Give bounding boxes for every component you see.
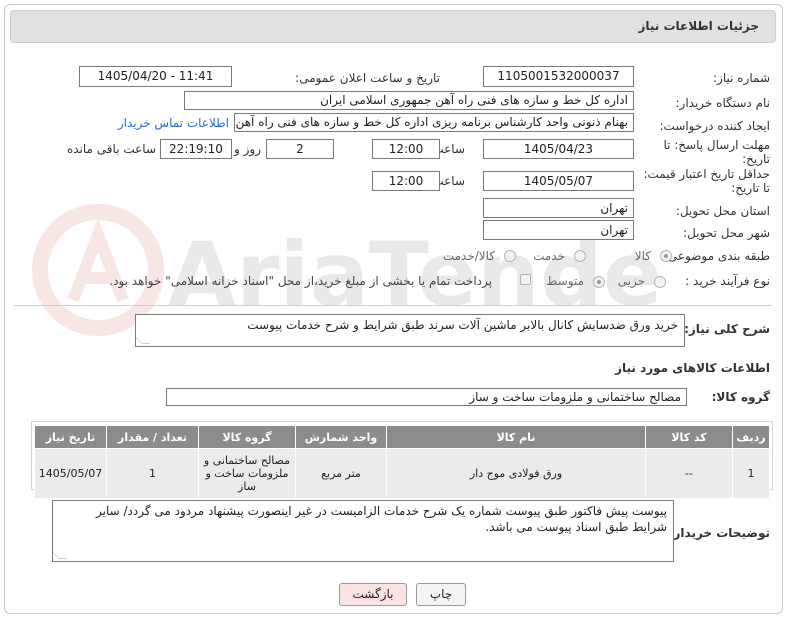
divider xyxy=(14,305,772,306)
city-label: شهر محل تحویل: xyxy=(683,226,770,240)
cell-need-date: 1405/05/07 xyxy=(34,448,107,499)
creator-field[interactable]: بهنام ذنونی واحد کارشناس برنامه ریزی ادا… xyxy=(234,113,634,132)
price-validity-label-1: حداقل تاریخ اعتبار قیمت: xyxy=(643,167,770,181)
announce-datetime-label: تاریخ و ساعت اعلان عمومی: xyxy=(295,71,440,85)
category-option-goods: کالا xyxy=(634,249,651,263)
cell-quantity: 1 xyxy=(106,448,199,499)
purchase-type-option-medium: متوسط xyxy=(546,274,584,288)
city-field[interactable]: تهران xyxy=(483,220,634,240)
items-table: ردیف کد کالا نام کالا واحد شمارش گروه کا… xyxy=(34,425,770,499)
reply-deadline-time-field[interactable]: 12:00 xyxy=(372,139,440,159)
resize-grip-icon[interactable] xyxy=(53,551,67,559)
price-validity-time-field[interactable]: 12:00 xyxy=(372,171,440,191)
reply-deadline-date-field[interactable]: 1405/04/23 xyxy=(483,139,634,159)
category-radio-goods-service[interactable] xyxy=(504,250,516,262)
remaining-time-field: 22:19:10 xyxy=(160,139,232,159)
days-label: روز و xyxy=(234,142,261,156)
col-header-unit: واحد شمارش xyxy=(295,425,387,449)
title-bar: جزئیات اطلاعات نیاز xyxy=(10,10,776,43)
page-title: جزئیات اطلاعات نیاز xyxy=(638,19,759,33)
summary-label: شرح کلی نیاز: xyxy=(684,322,770,336)
reply-deadline-label-1: مهلت ارسال پاسخ: تا xyxy=(663,138,770,152)
buyer-org-label: نام دستگاه خریدار: xyxy=(675,96,771,110)
goods-group-field[interactable]: مصالح ساختمانی و ملزومات ساخت و ساز xyxy=(166,388,687,406)
remaining-days-field: 2 xyxy=(266,139,334,159)
col-header-row-number: ردیف xyxy=(732,425,770,449)
goods-group-label: گروه کالا: xyxy=(711,390,770,404)
price-validity-label-2: تا تاریخ: xyxy=(731,181,770,195)
treasury-payment-note: پرداخت تمام یا بخشی از مبلغ خرید،از محل … xyxy=(109,274,492,288)
purchase-type-label: نوع فرآیند خرید : xyxy=(685,274,770,288)
reply-deadline-label-2: تاریخ: xyxy=(742,152,770,166)
col-header-need-date: تاریخ نیاز xyxy=(34,425,107,449)
category-option-service: خدمت xyxy=(533,249,565,263)
treasury-payment-checkbox[interactable] xyxy=(520,274,531,285)
goods-section-title: اطلاعات کالاهای مورد نیاز xyxy=(615,361,770,375)
cell-unit: متر مربع xyxy=(295,448,387,499)
back-button[interactable]: بازگشت xyxy=(339,583,407,606)
col-header-quantity: تعداد / مقدار xyxy=(106,425,199,449)
purchase-type-radio-minor[interactable] xyxy=(654,276,666,288)
buyer-org-field[interactable]: اداره کل خط و سازه های فنی راه آهن جمهور… xyxy=(184,91,634,110)
col-header-code: کد کالا xyxy=(645,425,733,449)
need-number-field[interactable]: 1105001532000037 xyxy=(483,66,634,87)
remaining-time-label: ساعت باقی مانده xyxy=(66,142,156,156)
category-radio-service[interactable] xyxy=(574,250,586,262)
category-radio-goods[interactable] xyxy=(660,250,672,262)
province-label: استان محل تحویل: xyxy=(675,204,770,218)
buyer-contact-link[interactable]: اطلاعات تماس خریدار xyxy=(118,116,229,130)
cell-row-number: 1 xyxy=(732,448,770,499)
province-field[interactable]: تهران xyxy=(483,198,634,218)
resize-grip-icon[interactable] xyxy=(136,336,150,344)
col-header-name: نام کالا xyxy=(386,425,646,449)
cell-name: ورق فولادی موج دار xyxy=(386,448,646,499)
table-row: 1 -- ورق فولادی موج دار متر مربع مصالح س… xyxy=(34,448,770,499)
purchase-type-radio-medium[interactable] xyxy=(593,276,605,288)
purchase-type-option-minor: جزیی xyxy=(617,274,645,288)
col-header-group: گروه کالا xyxy=(198,425,296,449)
summary-textarea[interactable]: خرید ورق ضدسایش کانال بالابر ماشین آلات … xyxy=(135,314,685,347)
cell-group: مصالح ساختمانی و ملزومات ساخت و ساز xyxy=(198,448,296,499)
print-button[interactable]: چاپ xyxy=(416,583,466,606)
buyer-notes-textarea[interactable]: پیوست پیش فاکتور طبق پیوست شماره یک شرح … xyxy=(52,500,674,562)
need-number-label: شماره نیاز: xyxy=(713,71,770,85)
category-label: طبقه بندی موضوعی: xyxy=(663,249,770,263)
summary-text: خرید ورق ضدسایش کانال بالابر ماشین آلات … xyxy=(247,318,678,332)
creator-label: ایجاد کننده درخواست: xyxy=(659,119,770,133)
category-option-goods-service: کالا/خدمت xyxy=(442,249,495,263)
buyer-notes-text: پیوست پیش فاکتور طبق پیوست شماره یک شرح … xyxy=(96,504,667,534)
price-validity-date-field[interactable]: 1405/05/07 xyxy=(483,171,634,191)
watermark-a-icon xyxy=(67,218,129,303)
cell-code: -- xyxy=(645,448,733,499)
announce-datetime-field[interactable]: 1405/04/20 - 11:41 xyxy=(79,66,232,87)
buyer-notes-label: توضیحات خریدار: xyxy=(668,526,770,540)
